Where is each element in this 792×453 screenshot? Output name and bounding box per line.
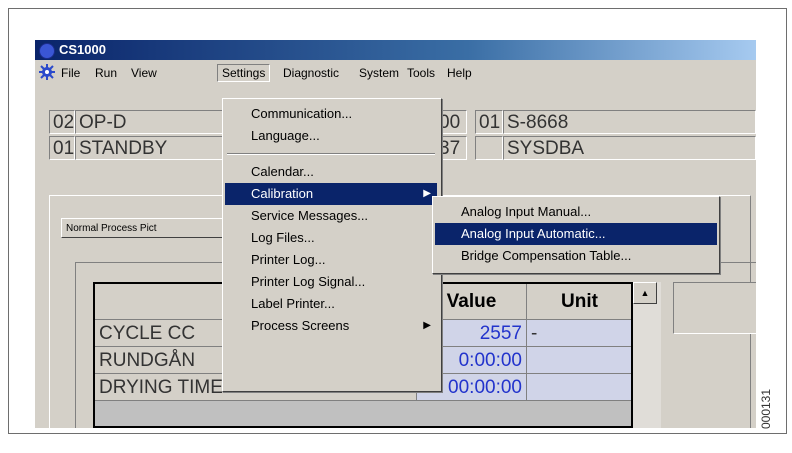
menu-item-printer-log[interactable]: Printer Log... bbox=[225, 249, 437, 271]
figure-code: 000131 bbox=[759, 382, 778, 442]
column-header-unit: Unit bbox=[527, 284, 631, 320]
status-code-3: 01 bbox=[49, 136, 75, 160]
menu-item-communication[interactable]: Communication... bbox=[225, 103, 437, 125]
status-code-4 bbox=[475, 136, 503, 160]
app-window: CS1000 File Run View Settings Diagnostic… bbox=[35, 40, 756, 428]
status-state: STANDBY bbox=[75, 136, 225, 160]
menu-item-calibration[interactable]: Calibration ▶ bbox=[225, 183, 437, 205]
menu-bar: File Run View Settings Diagnostic System… bbox=[35, 62, 756, 84]
menu-settings[interactable]: Settings bbox=[217, 64, 271, 82]
side-panel bbox=[673, 282, 756, 334]
menu-diagnostic[interactable]: Diagnostic bbox=[279, 65, 343, 81]
gear-icon bbox=[39, 64, 55, 80]
menu-item-process-screens-label: Process Screens bbox=[251, 318, 350, 333]
table-row-unit bbox=[527, 347, 631, 374]
settings-menu: Communication... Language... Calendar...… bbox=[222, 98, 442, 392]
submenu-arrow-icon: ▶ bbox=[423, 188, 431, 199]
menu-item-language[interactable]: Language... bbox=[225, 125, 437, 147]
menu-view[interactable]: View bbox=[127, 65, 161, 81]
menu-item-analog-input-automatic[interactable]: Analog Input Automatic... bbox=[435, 223, 717, 245]
scroll-up-button[interactable]: ▲ bbox=[633, 282, 657, 304]
status-mode: OP-D bbox=[75, 110, 225, 134]
menu-item-calibration-label: Calibration bbox=[251, 186, 314, 201]
calibration-submenu: Analog Input Manual... Analog Input Auto… bbox=[432, 196, 720, 274]
menu-item-label-printer[interactable]: Label Printer... bbox=[225, 293, 437, 315]
menu-item-process-screens[interactable]: Process Screens ▶ bbox=[225, 315, 437, 337]
menu-item-calendar[interactable]: Calendar... bbox=[225, 161, 437, 183]
window-title: CS1000 bbox=[59, 42, 106, 57]
title-bar: CS1000 bbox=[35, 40, 756, 60]
menu-item-analog-input-manual[interactable]: Analog Input Manual... bbox=[435, 201, 717, 223]
menu-item-bridge-compensation-table[interactable]: Bridge Compensation Table... bbox=[435, 245, 717, 267]
menu-separator bbox=[227, 153, 435, 155]
submenu-arrow-icon: ▶ bbox=[423, 320, 431, 331]
status-code-1: 02 bbox=[49, 110, 75, 134]
status-code-2: 01 bbox=[475, 110, 503, 134]
status-user: SYSDBA bbox=[503, 136, 756, 160]
menu-system[interactable]: System bbox=[355, 65, 403, 81]
menu-run[interactable]: Run bbox=[91, 65, 121, 81]
status-machine-id: S-8668 bbox=[503, 110, 756, 134]
table-row-unit bbox=[527, 374, 631, 401]
menu-item-printer-log-signal[interactable]: Printer Log Signal... bbox=[225, 271, 437, 293]
menu-item-service-messages[interactable]: Service Messages... bbox=[225, 205, 437, 227]
figure-code-label: 000131 bbox=[759, 388, 774, 430]
table-scrollbar[interactable]: ▲ bbox=[633, 282, 661, 428]
app-icon bbox=[39, 43, 55, 59]
menu-file[interactable]: File bbox=[57, 65, 84, 81]
table-row-unit: - bbox=[527, 320, 631, 347]
menu-item-log-files[interactable]: Log Files... bbox=[225, 227, 437, 249]
menu-tools[interactable]: Tools bbox=[403, 65, 439, 81]
menu-help[interactable]: Help bbox=[443, 65, 476, 81]
